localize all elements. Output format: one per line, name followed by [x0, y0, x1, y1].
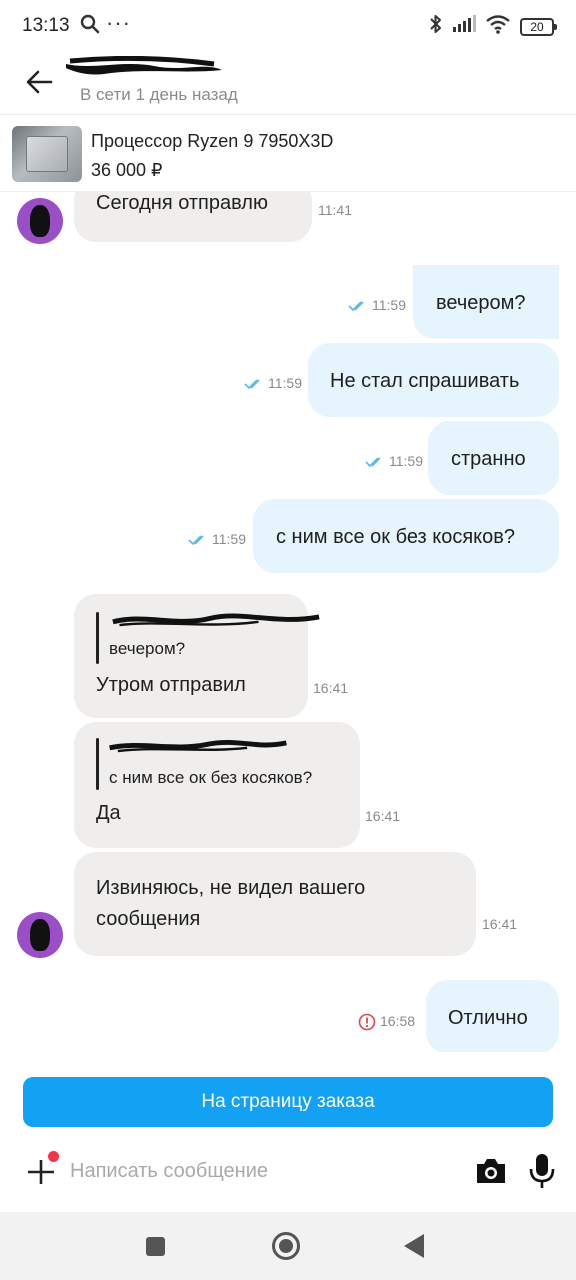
message-time-row: 16:58	[358, 1013, 415, 1031]
message-text: Сегодня отправлю	[96, 192, 268, 214]
message-list[interactable]: Сегодня отправлю 11:41 11:59 вечером? 11…	[0, 192, 576, 1052]
message-text: Не стал спрашивать	[330, 370, 520, 392]
signal-icon	[452, 15, 476, 38]
message-text-line1: Извиняюсь, не видел вашего	[96, 877, 366, 899]
battery-icon: 20	[520, 17, 557, 36]
product-title: Процессор Ryzen 9 7950X3D	[91, 131, 334, 151]
message-time: 16:41	[365, 808, 401, 824]
read-check-icon	[188, 535, 204, 546]
go-to-order-button[interactable]: На страницу заказа	[23, 1077, 553, 1127]
message-text: с ним все ок без косяков?	[276, 526, 516, 548]
message-time-row: 11:59	[244, 375, 302, 391]
message-bubble-outgoing[interactable]: вечером?	[413, 265, 559, 339]
message-bubble-incoming[interactable]: с ним все ок без косяков? Да 16:41	[74, 722, 400, 848]
back-arrow-icon[interactable]	[22, 64, 58, 100]
message-bubble-outgoing[interactable]: Отлично	[426, 980, 559, 1052]
message-text: вечером?	[436, 292, 526, 314]
message-input[interactable]	[70, 1156, 450, 1186]
message-time: 11:59	[389, 453, 423, 469]
status-time: 13:13	[22, 15, 70, 36]
message-bubble-incoming[interactable]: вечером? Утром отправил 16:41	[74, 594, 348, 718]
message-bubble-outgoing[interactable]: с ним все ок без косяков?	[253, 499, 559, 573]
message-text: Утром отправил	[96, 674, 246, 696]
online-status: В сети 1 день назад	[80, 85, 238, 104]
quoted-author-redacted	[112, 613, 320, 627]
message-time: 11:59	[212, 531, 246, 547]
quoted-text: с ним все ок без косяков?	[109, 768, 313, 787]
message-bubble-incoming[interactable]: Сегодня отправлю 11:41	[74, 192, 352, 242]
message-text: Отлично	[448, 1007, 528, 1029]
more-dots-icon: ···	[106, 10, 131, 35]
search-icon	[80, 14, 100, 39]
home-icon[interactable]	[272, 1232, 300, 1260]
message-time: 11:59	[268, 375, 302, 391]
message-bubble-incoming[interactable]: Извиняюсь, не видел вашего сообщения	[74, 852, 476, 956]
message-bubble-outgoing[interactable]: Не стал спрашивать	[308, 343, 559, 417]
message-time-row: 11:59	[348, 297, 406, 313]
read-check-icon	[244, 379, 260, 390]
chat-header: В сети 1 день назад	[0, 52, 576, 114]
message-text: странно	[451, 448, 526, 470]
error-icon	[358, 1013, 376, 1031]
bluetooth-icon	[429, 14, 443, 39]
quoted-author-redacted	[109, 740, 287, 753]
system-nav-bar	[0, 1212, 576, 1280]
back-triangle-icon[interactable]	[404, 1234, 424, 1258]
avatar[interactable]	[17, 198, 63, 244]
product-price: 36 000 ₽	[91, 160, 163, 180]
message-time: 16:41	[313, 680, 349, 696]
message-bubble-outgoing[interactable]: странно	[428, 421, 559, 495]
wifi-icon	[485, 14, 511, 39]
avatar[interactable]	[17, 912, 63, 958]
message-time-row: 11:59	[188, 531, 246, 547]
notification-dot	[48, 1151, 59, 1162]
message-text-line2: сообщения	[96, 908, 201, 930]
quoted-text: вечером?	[109, 639, 186, 658]
message-text: Да	[96, 802, 121, 824]
message-time: 16:58	[380, 1013, 416, 1029]
product-image	[12, 126, 82, 182]
microphone-icon[interactable]	[528, 1152, 556, 1190]
message-time: 16:41	[482, 916, 518, 932]
message-time: 11:41	[318, 202, 352, 218]
read-check-icon	[348, 301, 364, 312]
recents-icon[interactable]	[146, 1237, 165, 1256]
contact-name-redacted[interactable]	[64, 55, 224, 80]
read-check-icon	[365, 457, 381, 468]
message-time-row: 11:59	[365, 453, 423, 469]
message-composer	[0, 1140, 576, 1204]
camera-icon[interactable]	[474, 1155, 508, 1187]
status-bar: 13:13 ··· 20	[0, 0, 576, 52]
message-time: 11:59	[372, 297, 406, 313]
product-card[interactable]: Процессор Ryzen 9 7950X3D 36 000 ₽	[0, 114, 576, 192]
